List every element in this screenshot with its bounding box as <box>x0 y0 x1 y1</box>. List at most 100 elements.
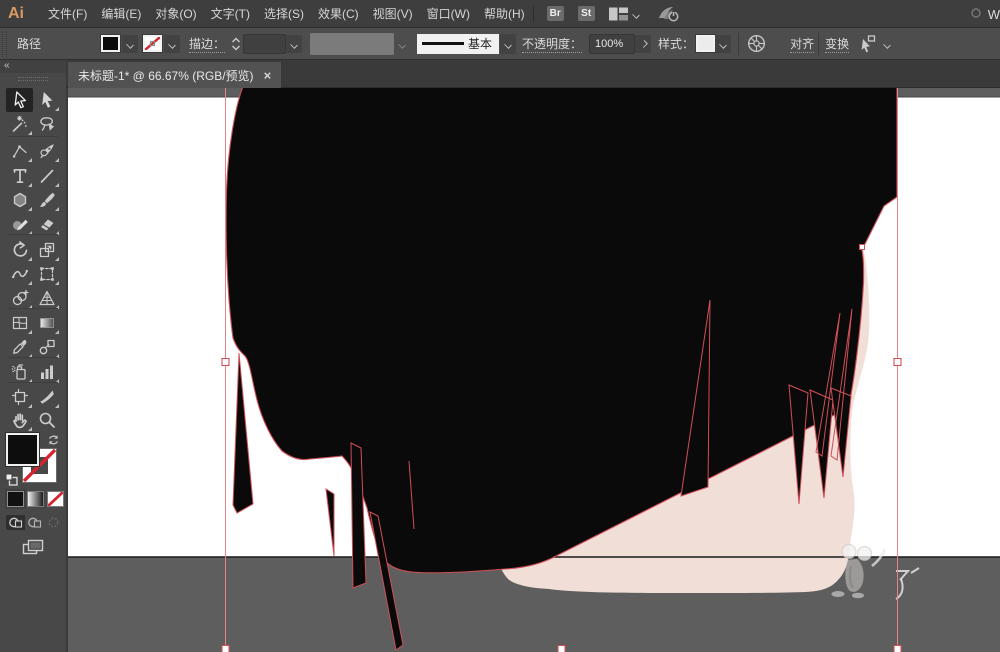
canvas-area[interactable] <box>68 88 1000 652</box>
tool-width[interactable] <box>6 262 33 286</box>
color-button[interactable] <box>7 491 24 507</box>
workspace-chevron-icon[interactable] <box>632 10 640 18</box>
tool-zoom[interactable] <box>33 408 60 432</box>
fill-proxy[interactable] <box>6 433 39 466</box>
tool-curvature[interactable] <box>6 139 33 163</box>
menu-effect[interactable]: 效果(C) <box>311 0 366 28</box>
stroke-color-swatch[interactable] <box>143 35 162 52</box>
select-similar-icon[interactable] <box>857 34 877 54</box>
collapse-panel-icon[interactable]: « <box>4 60 66 72</box>
tool-row <box>0 112 66 138</box>
tool-shape[interactable] <box>6 188 33 212</box>
tool-eraser[interactable] <box>33 212 60 236</box>
bridge-button[interactable]: Br <box>547 6 564 21</box>
menu-help[interactable]: 帮助(H) <box>477 0 532 28</box>
context-label: 路径 <box>17 35 41 52</box>
opacity-input[interactable]: 100% <box>589 34 635 54</box>
tool-icon <box>37 141 57 161</box>
tool-magic-wand[interactable] <box>6 112 33 136</box>
menu-type[interactable]: 文字(T) <box>204 0 257 28</box>
flyout-indicator-icon <box>55 257 59 261</box>
stroke-weight-dropdown[interactable] <box>286 35 302 53</box>
tab-close-icon[interactable]: × <box>264 68 272 83</box>
tool-rotate[interactable] <box>6 238 33 262</box>
brush-definition-dropdown <box>310 33 394 55</box>
tool-row <box>0 311 66 337</box>
chevron-right-icon <box>639 40 647 48</box>
bbox-handle-left[interactable] <box>222 359 229 366</box>
bbox-handle-bottom-center[interactable] <box>558 646 565 652</box>
menu-select[interactable]: 选择(S) <box>257 0 311 28</box>
stroke-style-preview[interactable]: 基本 <box>417 34 499 54</box>
menubar-right-clipped: W <box>970 0 1000 28</box>
flyout-indicator-icon <box>28 131 32 135</box>
menu-window[interactable]: 窗口(W) <box>420 0 477 28</box>
opacity-expand-button[interactable] <box>635 35 651 53</box>
bbox-handle-right[interactable] <box>894 359 901 366</box>
tool-pen[interactable] <box>33 139 60 163</box>
tool-perspective-grid[interactable] <box>33 286 60 310</box>
tool-line-segment[interactable] <box>33 164 60 188</box>
gradient-button[interactable] <box>27 491 44 507</box>
bbox-handle-bottom-right[interactable] <box>894 646 901 652</box>
select-similar-chevron-icon[interactable] <box>883 40 891 48</box>
stroke-color-dropdown[interactable] <box>164 35 180 53</box>
draw-normal-button[interactable] <box>6 515 25 530</box>
fill-color-swatch[interactable] <box>101 35 120 52</box>
control-bar: 路径 描边： 基本 不透明度： 100% 样式： 对齐 变换 <box>0 28 1000 60</box>
tool-mesh[interactable] <box>6 311 33 335</box>
tool-scale[interactable] <box>33 238 60 262</box>
none-button[interactable] <box>47 491 64 507</box>
anchor-point[interactable] <box>860 245 865 250</box>
tool-blend[interactable] <box>33 335 60 359</box>
tool-type[interactable] <box>6 164 33 188</box>
tool-icon <box>37 410 57 430</box>
tool-icon <box>10 190 30 210</box>
tool-shape-builder[interactable] <box>6 286 33 310</box>
illustrator-window: { "app": { "logo": "Ai" }, "menubar": { … <box>0 0 1000 652</box>
tool-icon <box>37 114 57 134</box>
tool-selection[interactable] <box>6 88 33 112</box>
tool-gradient[interactable] <box>33 311 60 335</box>
menu-file[interactable]: 文件(F) <box>41 0 94 28</box>
tool-lasso[interactable] <box>33 112 60 136</box>
tool-eyedropper[interactable] <box>6 335 33 359</box>
tool-hand[interactable] <box>6 408 33 432</box>
opacity-link[interactable]: 不透明度： <box>522 35 582 53</box>
tool-symbol-sprayer[interactable] <box>6 360 33 384</box>
tool-artboard[interactable] <box>6 385 33 409</box>
screen-mode-icon[interactable] <box>22 539 44 557</box>
stroke-weight-stepper[interactable] <box>231 36 241 52</box>
bbox-handle-bottom-left[interactable] <box>222 646 229 652</box>
tool-paintbrush[interactable] <box>33 188 60 212</box>
tool-column-graph[interactable] <box>33 360 60 384</box>
tool-icon <box>37 166 57 186</box>
align-link[interactable]: 对齐 <box>790 35 814 53</box>
default-fill-stroke-icon[interactable] <box>5 473 18 486</box>
tool-slice[interactable] <box>33 385 60 409</box>
tools-panel-grip[interactable] <box>18 77 48 81</box>
menu-object[interactable]: 对象(O) <box>148 0 203 28</box>
transform-link[interactable]: 变换 <box>825 35 849 53</box>
stroke-style-dropdown[interactable] <box>500 34 516 54</box>
style-swatch[interactable] <box>696 35 715 52</box>
draw-behind-button[interactable] <box>25 515 44 530</box>
gpu-performance-icon[interactable] <box>656 5 682 23</box>
workspace-icon[interactable] <box>609 7 628 21</box>
style-dropdown[interactable] <box>715 35 731 53</box>
fill-color-dropdown[interactable] <box>122 35 138 53</box>
stroke-weight-input[interactable] <box>243 34 286 54</box>
tool-pencil[interactable] <box>6 212 33 236</box>
tool-direct-selection[interactable] <box>33 88 60 112</box>
menu-view[interactable]: 视图(V) <box>366 0 420 28</box>
tool-icon <box>10 114 30 134</box>
stock-button[interactable]: St <box>578 6 595 21</box>
draw-inside-button[interactable] <box>44 515 63 530</box>
document-tab[interactable]: 未标题-1* @ 66.67% (RGB/预览) × <box>68 62 281 88</box>
tool-free-transform[interactable] <box>33 262 60 286</box>
recolor-artwork-icon[interactable] <box>747 34 766 53</box>
stroke-panel-link[interactable]: 描边： <box>189 35 225 53</box>
menu-edit[interactable]: 编辑(E) <box>94 0 148 28</box>
swap-fill-stroke-icon[interactable] <box>47 434 60 446</box>
controlbar-grip[interactable] <box>2 31 7 57</box>
